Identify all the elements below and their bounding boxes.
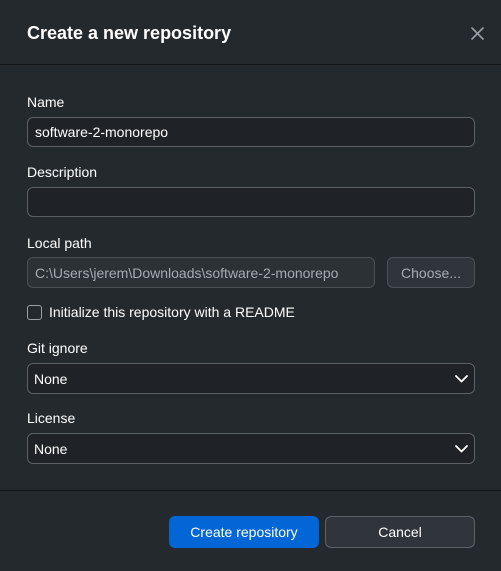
close-icon	[470, 26, 484, 40]
gitignore-label: Git ignore	[27, 340, 88, 356]
description-input[interactable]	[27, 187, 475, 217]
readme-checkbox-row[interactable]: Initialize this repository with a README	[27, 303, 295, 321]
readme-checkbox-label: Initialize this repository with a README	[49, 304, 295, 320]
create-repository-button[interactable]: Create repository	[169, 516, 319, 548]
dialog-title: Create a new repository	[27, 23, 232, 43]
readme-checkbox[interactable]	[27, 304, 42, 320]
license-selected-value: None	[34, 440, 68, 457]
chevron-down-icon	[454, 442, 468, 456]
local-path-input[interactable]	[27, 257, 375, 288]
close-button[interactable]	[466, 22, 488, 44]
dialog-header: Create a new repository	[0, 0, 501, 65]
license-select[interactable]: None	[27, 433, 475, 464]
dialog-footer: Create repository Cancel	[0, 490, 501, 571]
name-input[interactable]	[27, 117, 475, 147]
create-repository-dialog: Create a new repository Name Description…	[0, 0, 501, 571]
local-path-label: Local path	[27, 235, 92, 251]
gitignore-selected-value: None	[34, 370, 68, 387]
gitignore-select[interactable]: None	[27, 363, 475, 394]
description-label: Description	[27, 164, 98, 180]
license-label: License	[27, 410, 76, 426]
cancel-button[interactable]: Cancel	[325, 516, 475, 548]
name-label: Name	[27, 94, 65, 110]
choose-button[interactable]: Choose...	[387, 257, 475, 288]
chevron-down-icon	[454, 372, 468, 386]
